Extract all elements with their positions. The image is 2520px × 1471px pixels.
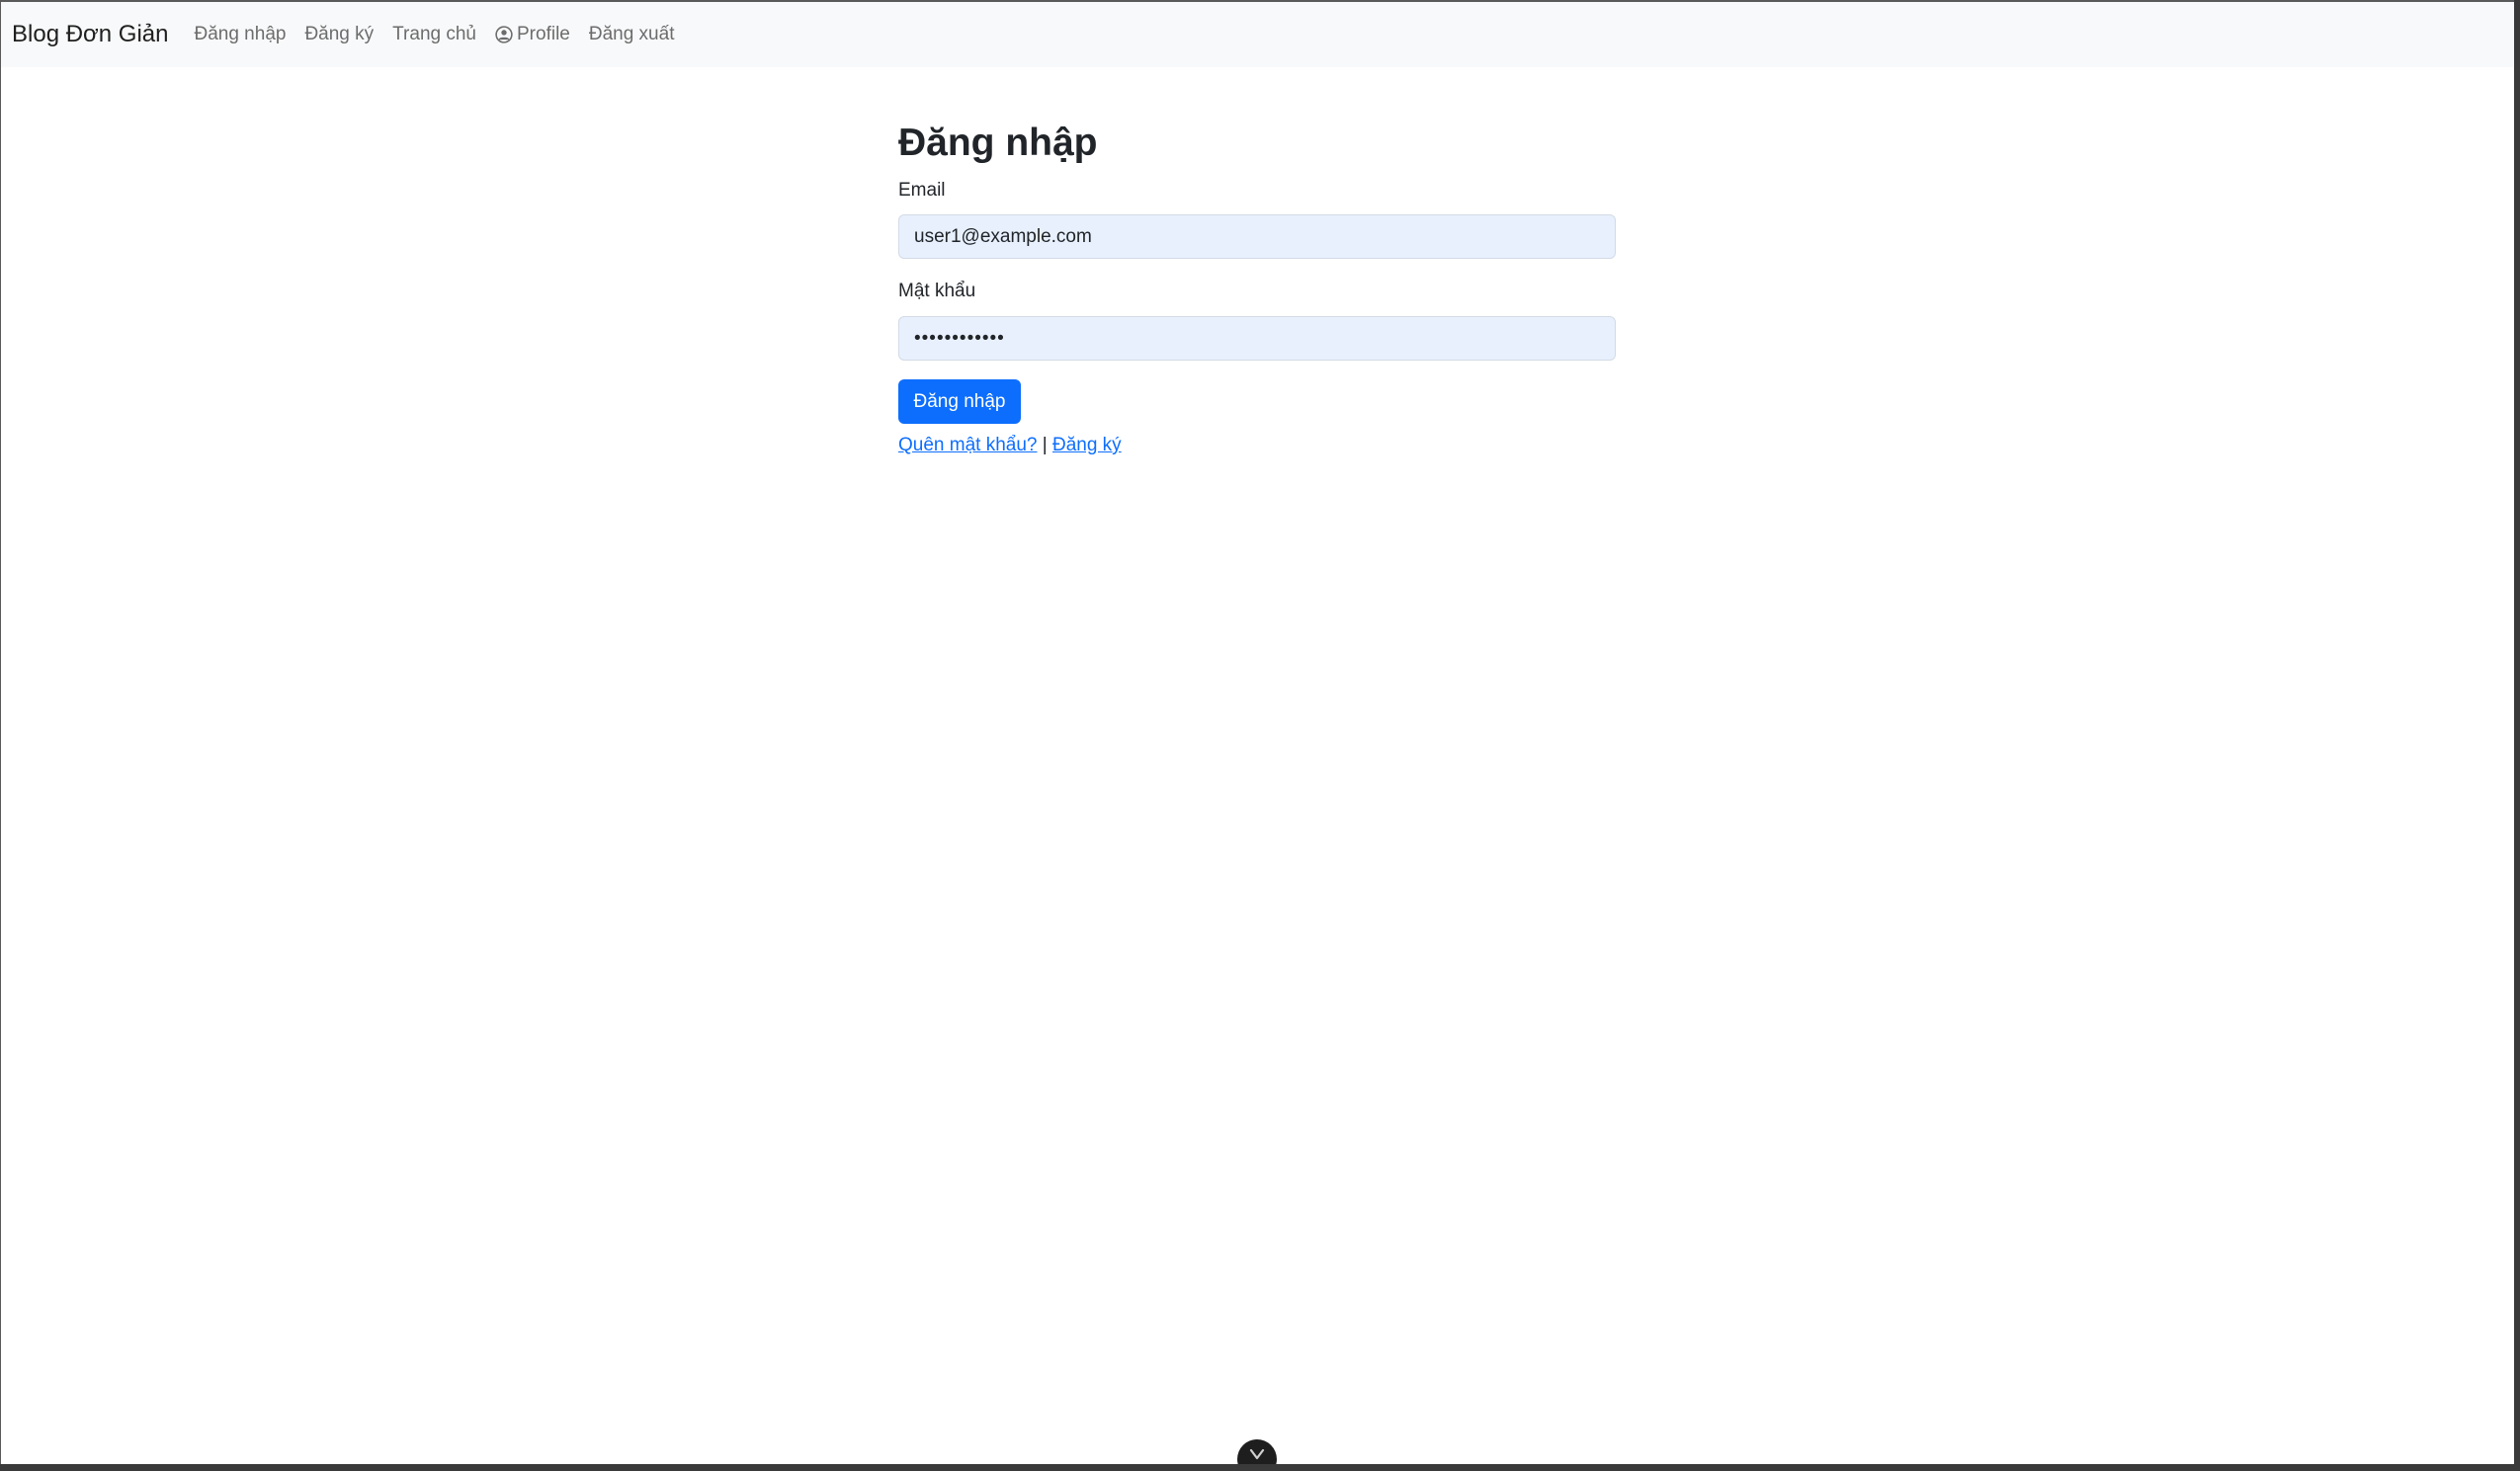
nav-link-login[interactable]: Đăng nhập <box>194 24 286 45</box>
nav-link-logout[interactable]: Đăng xuất <box>589 24 675 45</box>
navbar-brand[interactable]: Blog Đơn Giản <box>12 21 168 48</box>
email-label: Email <box>898 180 946 201</box>
nav-link-profile-label: Profile <box>517 24 570 44</box>
password-label: Mật khẩu <box>898 281 976 301</box>
user-circle-icon <box>495 26 513 43</box>
nav-link-profile[interactable]: Profile <box>495 24 570 45</box>
chevron-down-icon <box>1249 1448 1265 1460</box>
page-title: Đăng nhập <box>898 122 1098 164</box>
navbar: Blog Đơn Giản Đăng nhập Đăng ký Trang ch… <box>1 2 2514 67</box>
overlay-toggle-button[interactable] <box>1237 1439 1277 1464</box>
email-input[interactable] <box>898 214 1616 259</box>
nav-link-register[interactable]: Đăng ký <box>304 24 374 45</box>
browser-viewport: Blog Đơn Giản Đăng nhập Đăng ký Trang ch… <box>0 0 2514 1464</box>
links-separator: | <box>1042 435 1052 455</box>
register-link[interactable]: Đăng ký <box>1052 435 1122 455</box>
forgot-password-link[interactable]: Quên mật khẩu? <box>898 435 1037 455</box>
login-submit-button[interactable]: Đăng nhập <box>898 379 1021 424</box>
auth-links: Quên mật khẩu? | Đăng ký <box>898 435 1122 456</box>
nav-link-home[interactable]: Trang chủ <box>392 24 476 45</box>
password-input[interactable] <box>898 316 1616 361</box>
